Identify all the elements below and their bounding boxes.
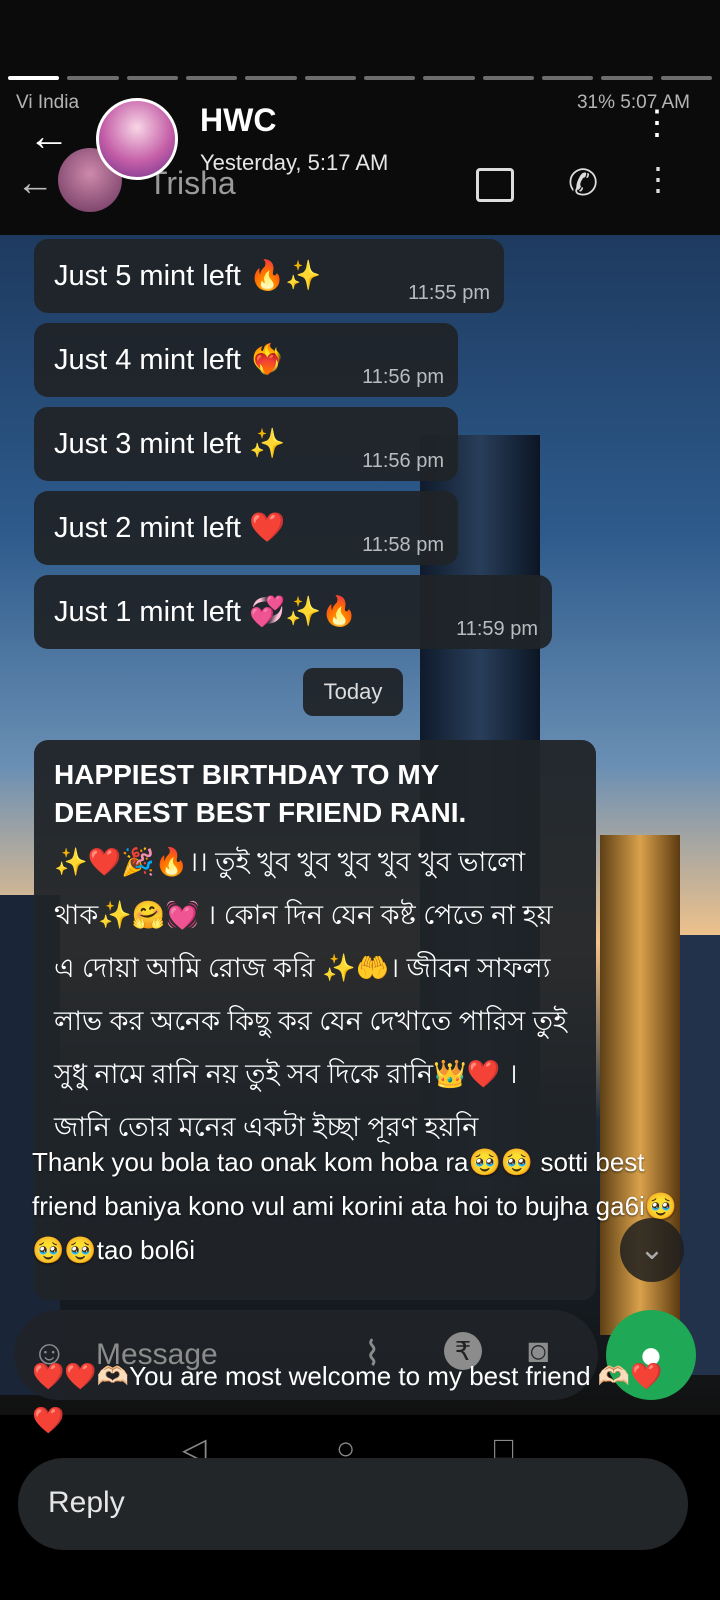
chat-message: Just 4 mint left ❤️‍🔥 11:56 pm: [34, 323, 458, 397]
progress-segment: [660, 76, 712, 80]
progress-segment: [304, 76, 356, 80]
more-options-icon[interactable]: ⋮: [640, 106, 674, 140]
reply-placeholder: Reply: [48, 1486, 125, 1519]
message-time: 11:58 pm: [362, 534, 444, 556]
birthday-heading: HAPPIEST BIRTHDAY TO MY DEAREST BEST FRI…: [54, 759, 467, 828]
story-reply-text: Thank you bola tao onak kom hoba ra🥹🥹 so…: [32, 1147, 678, 1265]
message-text: Just 5 mint left 🔥✨: [54, 260, 322, 292]
chat-message: Just 2 mint left ❤️ 11:58 pm: [34, 491, 458, 565]
message-time: 11:56 pm: [362, 450, 444, 472]
message-text: Just 2 mint left ❤️: [54, 512, 286, 544]
progress-segment: [8, 76, 60, 80]
progress-segment: [482, 76, 534, 80]
story-progress: [8, 76, 712, 80]
message-text: Just 3 mint left ✨: [54, 428, 286, 460]
message-text: Just 1 mint left 💞✨🔥: [54, 596, 358, 628]
chat-message: Just 3 mint left ✨ 11:56 pm: [34, 407, 458, 481]
message-time: 11:56 pm: [362, 366, 444, 388]
story-timestamp: Yesterday, 5:17 AM: [200, 150, 389, 175]
story-title: HWC: [200, 102, 277, 138]
message-time: 11:55 pm: [408, 282, 490, 304]
reply-input[interactable]: Reply: [18, 1458, 688, 1550]
chat-message: Just 1 mint left 💞✨🔥 11:59 pm: [34, 575, 552, 649]
message-time: 11:59 pm: [456, 618, 538, 640]
progress-segment: [541, 76, 594, 80]
message-text: Just 4 mint left ❤️‍🔥: [54, 344, 286, 376]
progress-segment: [423, 76, 475, 80]
progress-segment: [601, 76, 653, 80]
chat-more-icon: ⋮: [642, 161, 674, 197]
story-avatar[interactable]: [96, 98, 178, 180]
birthday-body: ✨❤️🎉🔥।। তুই খুব খুব খুব খুব খুব ভালো থাক…: [54, 847, 568, 1142]
progress-segment: [126, 76, 178, 80]
progress-segment: [185, 76, 238, 80]
scroll-down-icon: ⌄: [620, 1218, 684, 1282]
chat-message: Just 5 mint left 🔥✨ 11:55 pm: [34, 239, 504, 313]
phone-icon: ✆: [568, 162, 599, 203]
back-arrow-icon[interactable]: ←: [28, 115, 70, 157]
progress-segment: [363, 76, 416, 80]
video-call-icon: [476, 168, 514, 202]
progress-segment: [245, 76, 297, 80]
date-chip: Today: [303, 668, 403, 716]
progress-segment: [67, 76, 119, 80]
chat-back-icon: ←: [16, 162, 54, 204]
carrier-label: Vi India: [16, 92, 80, 113]
